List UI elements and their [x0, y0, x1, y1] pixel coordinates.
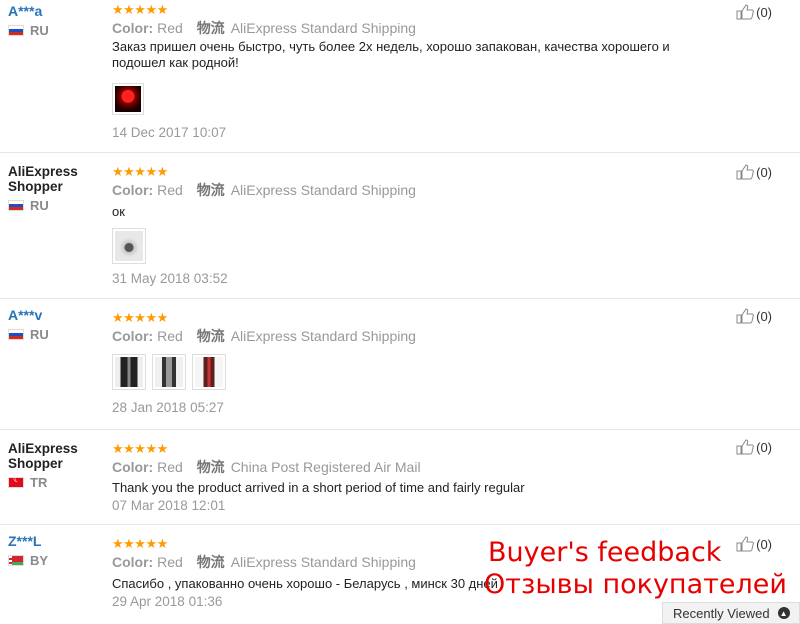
country-code: RU	[30, 198, 49, 213]
flag-ru-icon	[8, 200, 24, 211]
review-photo-thumbnail[interactable]	[192, 354, 226, 390]
star-rating: ★★★★★	[112, 310, 168, 325]
feedback-text: Thank you the product arrived in a short…	[112, 480, 525, 495]
color-label: Color:	[112, 459, 154, 475]
review-date: 07 Mar 2018 12:01	[112, 498, 226, 513]
logistics-label: 物流	[196, 554, 225, 570]
logistics-label: 物流	[196, 328, 225, 344]
review-item: AliExpress Shopper TR ★★★★★ Color: Red 物…	[0, 429, 800, 525]
reviewer-country: TR	[8, 474, 103, 490]
review-photo-thumbnail[interactable]	[112, 228, 146, 264]
country-code: RU	[30, 327, 49, 342]
feedback-text: ок	[112, 204, 125, 219]
color-value: Red	[157, 328, 183, 344]
star-rating: ★★★★★	[112, 441, 168, 456]
flag-ru-icon	[8, 25, 24, 36]
thumbs-up-icon	[736, 4, 754, 20]
helpful-count: (0)	[756, 536, 772, 552]
shipping-method: China Post Registered Air Mail	[230, 459, 421, 475]
flag-tr-icon	[8, 474, 24, 488]
feedback-text: Заказ пришел очень быстро, чуть более 2х…	[112, 39, 670, 70]
review-item: A***a RU ★★★★★ Color: Red 物流 AliExpress S…	[0, 0, 800, 153]
review-date: 14 Dec 2017 10:07	[112, 125, 227, 140]
thumbs-up-icon	[736, 308, 754, 324]
color-value: Red	[157, 182, 183, 198]
thumbs-up-icon	[736, 439, 754, 455]
recently-viewed-label: Recently Viewed	[673, 605, 770, 621]
country-code: TR	[30, 475, 48, 490]
reviewer-country: RU	[8, 23, 103, 38]
review-date: 28 Jan 2018 05:27	[112, 400, 224, 415]
review-item: A***v RU ★★★★★ Color: Red 物流 AliExpress S…	[0, 298, 800, 430]
helpful-button[interactable]: (0)	[736, 4, 772, 20]
reviewer-country: BY	[8, 553, 103, 568]
reviewer-name: AliExpress Shopper	[8, 441, 78, 471]
thumbs-up-icon	[736, 164, 754, 180]
review-item: AliExpress Shopper RU ★★★★★ Color: Red 物…	[0, 152, 800, 299]
flag-ru-icon	[8, 329, 24, 340]
reviewer-info: A***a RU	[8, 4, 103, 38]
color-value: Red	[157, 459, 183, 475]
logistics-label: 物流	[196, 182, 225, 198]
order-info: Color: Red 物流 AliExpress Standard Shippin…	[112, 180, 722, 200]
helpful-button[interactable]: (0)	[736, 164, 772, 180]
country-code: RU	[30, 23, 49, 38]
star-rating: ★★★★★	[112, 164, 168, 179]
review-content: ★★★★★ Color: Red 物流 China Post Registered…	[112, 441, 722, 513]
review-photos	[112, 228, 722, 264]
order-info: Color: Red 物流 AliExpress Standard Shippin…	[112, 18, 722, 38]
recently-viewed-tab[interactable]: Recently Viewed ▲	[662, 602, 800, 624]
helpful-button[interactable]: (0)	[736, 439, 772, 455]
thumbs-up-icon	[736, 536, 754, 552]
review-content: ★★★★★ Color: Red 物流 AliExpress Standard S…	[112, 164, 722, 286]
reviewer-info: A***v RU	[8, 308, 103, 342]
shipping-method: AliExpress Standard Shipping	[230, 554, 416, 570]
logistics-label: 物流	[196, 459, 225, 475]
helpful-button[interactable]: (0)	[736, 308, 772, 324]
review-photo-thumbnail[interactable]	[152, 354, 186, 390]
star-rating: ★★★★★	[112, 2, 168, 17]
order-info: Color: Red 物流 China Post Registered Air M…	[112, 457, 722, 477]
reviewer-name: AliExpress Shopper	[8, 164, 78, 194]
color-value: Red	[157, 554, 183, 570]
reviewer-info: AliExpress Shopper TR	[8, 441, 103, 490]
reviewer-country: RU	[8, 327, 103, 342]
helpful-count: (0)	[756, 4, 772, 20]
reviewer-name: Z***L	[8, 533, 42, 549]
color-label: Color:	[112, 554, 154, 570]
review-photo-thumbnail[interactable]	[112, 83, 144, 115]
color-value: Red	[157, 20, 183, 36]
review-date: 31 May 2018 03:52	[112, 271, 228, 286]
chevron-up-icon: ▲	[777, 607, 790, 619]
shipping-method: AliExpress Standard Shipping	[230, 20, 416, 36]
review-photo-thumbnail[interactable]	[112, 354, 146, 390]
reviewer-info: AliExpress Shopper RU	[8, 164, 103, 213]
reviewer-name: A***v	[8, 307, 43, 323]
reviewer-country: RU	[8, 198, 103, 213]
helpful-count: (0)	[756, 439, 772, 455]
review-photos	[112, 354, 722, 390]
flag-by-icon	[8, 555, 24, 566]
logistics-label: 物流	[196, 20, 225, 36]
shipping-method: AliExpress Standard Shipping	[230, 328, 416, 344]
order-info: Color: Red 物流 AliExpress Standard Shippin…	[112, 326, 722, 346]
color-label: Color:	[112, 20, 154, 36]
helpful-count: (0)	[756, 164, 772, 180]
review-content: ★★★★★ Color: Red 物流 AliExpress Standard S…	[112, 310, 722, 415]
helpful-button[interactable]: (0)	[736, 536, 772, 552]
helpful-count: (0)	[756, 308, 772, 324]
reviewer-name: A***a	[8, 3, 43, 19]
overlay-caption-en: Buyer's feedback	[488, 537, 722, 568]
review-content: ★★★★★ Color: Red 物流 AliExpress Standard S…	[112, 2, 722, 140]
color-label: Color:	[112, 182, 154, 198]
color-label: Color:	[112, 328, 154, 344]
shipping-method: AliExpress Standard Shipping	[230, 182, 416, 198]
overlay-caption-ru: Отзывы покупателей	[484, 569, 787, 600]
country-code: BY	[30, 553, 49, 568]
reviewer-info: Z***L BY	[8, 534, 103, 568]
review-photos	[112, 83, 722, 115]
